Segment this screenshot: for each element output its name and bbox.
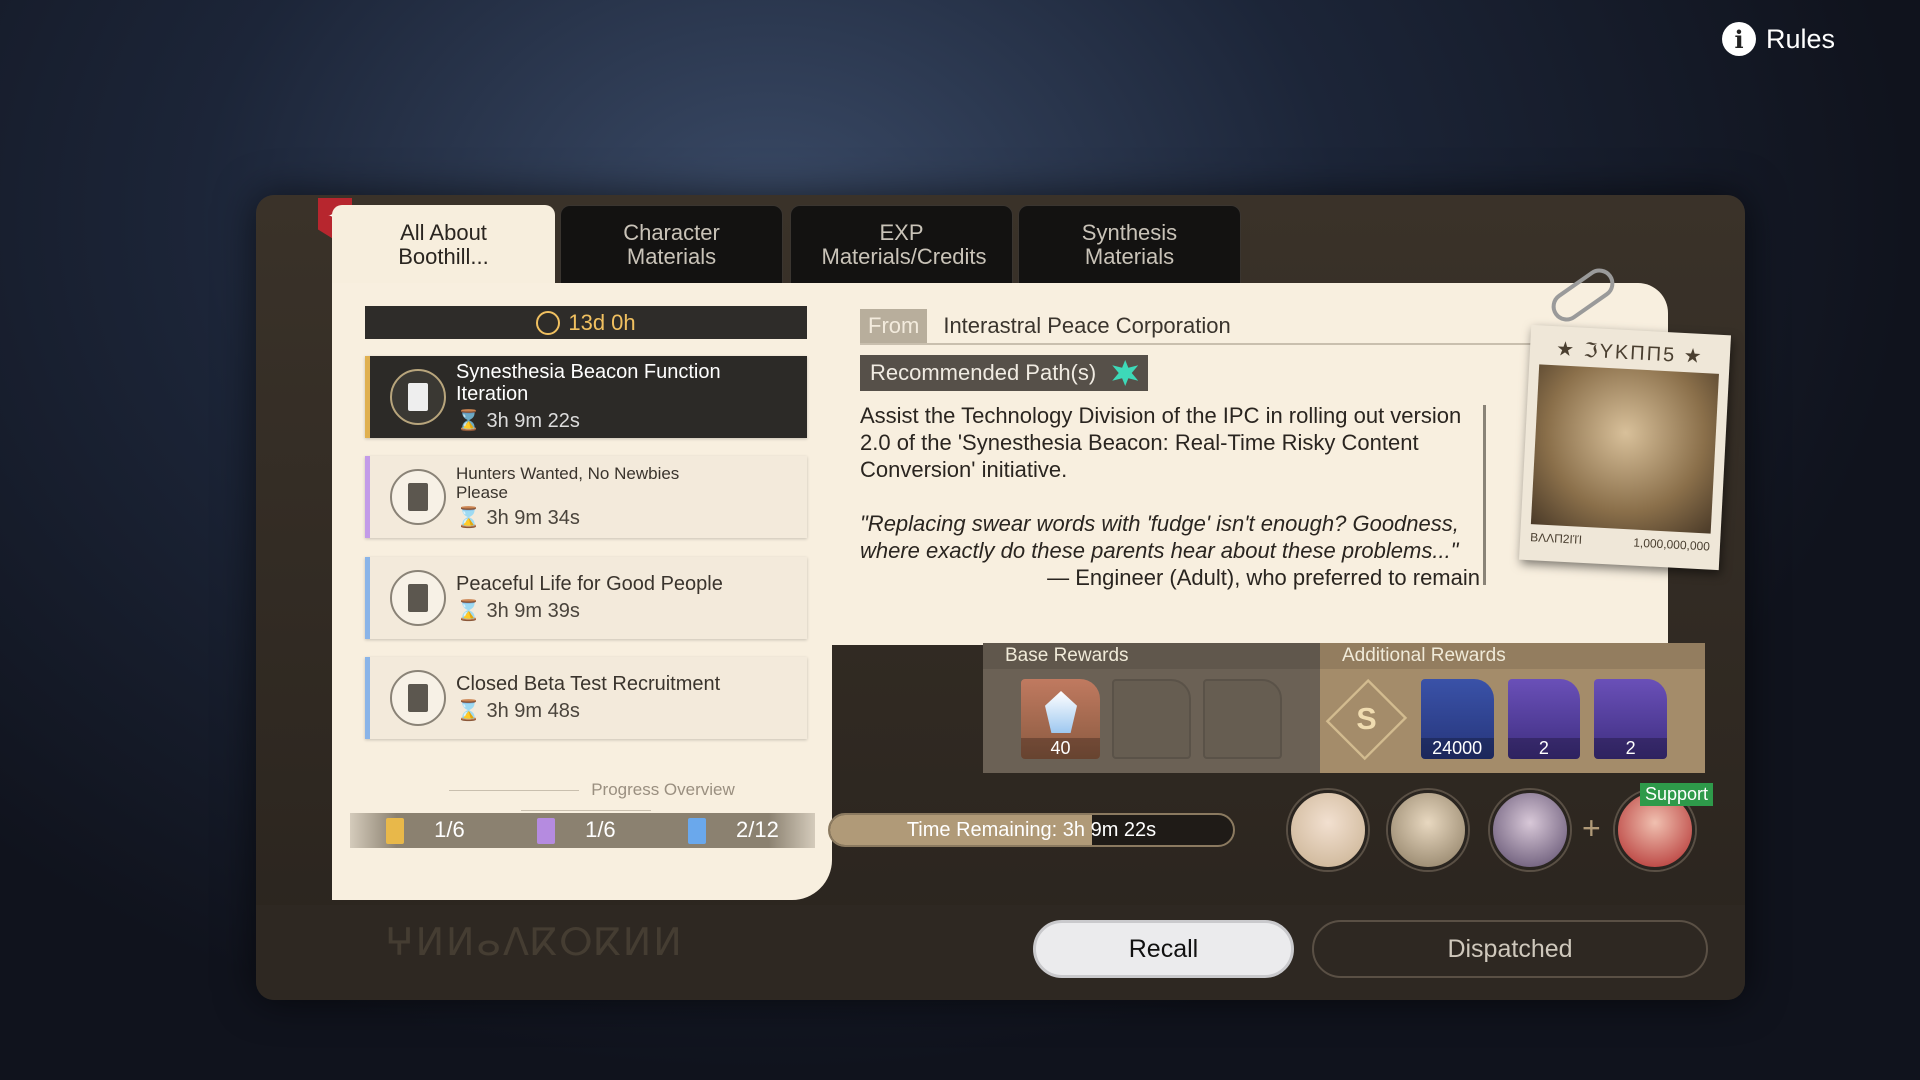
recommended-label: Recommended Path(s) <box>870 360 1097 385</box>
time-remaining-bar: Time Remaining: 3h 9m 22s <box>828 813 1235 847</box>
erudition-path-icon <box>1112 360 1139 386</box>
support-badge: Support <box>1640 783 1714 806</box>
tab-exp-materials-credits[interactable]: EXP Materials/Credits <box>790 205 1013 283</box>
quest-time: 3h 9m 22s <box>486 410 580 432</box>
crystal-icon <box>1045 691 1077 733</box>
clock-icon <box>536 310 561 335</box>
description-scrollbar[interactable] <box>1483 405 1486 585</box>
progress-value: 1/6 <box>434 816 465 842</box>
quest-item[interactable]: Peaceful Life for Good People ⌛ 3h 9m 39… <box>365 557 807 639</box>
tab-label: Synthesis Materials <box>1081 219 1178 269</box>
wanted-poster: ★ ℑΥΚΠΠ5 ★ ΒΛΛΠ2ΙΊΊ 1,000,000,000 <box>1518 324 1732 571</box>
quest-item[interactable]: Closed Beta Test Recruitment ⌛ 3h 9m 48s <box>365 657 807 739</box>
reward-ore[interactable]: 2 <box>1594 679 1667 759</box>
quote-attribution: — Engineer (Adult), who preferred to rem… <box>1047 565 1480 590</box>
empty-reward-slot <box>1111 679 1191 759</box>
boothill-portrait <box>1530 364 1719 534</box>
reward-count: 2 <box>1507 738 1581 759</box>
quest-title: Synesthesia Beacon Function Iteration <box>456 361 721 405</box>
event-timer: 13d 0h <box>365 306 807 339</box>
character-avatar[interactable] <box>1388 790 1468 870</box>
progress-value: 2/12 <box>736 816 779 842</box>
empty-reward-slot <box>1202 679 1282 759</box>
from-label: From <box>860 309 928 343</box>
beacon-quest-icon <box>386 818 405 845</box>
info-icon: i <box>1722 22 1756 56</box>
reward-crystal[interactable]: 40 <box>1021 679 1100 759</box>
from-value: Interastral Peace Corporation <box>943 313 1231 338</box>
tab-synthesis-materials[interactable]: Synthesis Materials <box>1018 205 1241 283</box>
quote-text: "Replacing swear words with 'fudge' isn'… <box>860 511 1459 563</box>
hourglass-icon: ⌛ <box>456 700 481 722</box>
list-icon <box>390 469 446 525</box>
progress-overview: 1/6 1/6 2/12 <box>350 813 815 848</box>
poster-bounty: 1,000,000,000 <box>1632 535 1711 554</box>
hourglass-icon: ⌛ <box>456 507 481 529</box>
quest-time: 3h 9m 48s <box>486 700 580 722</box>
tab-label: EXP Materials/Credits <box>821 219 987 269</box>
quest-title: Closed Beta Test Recruitment <box>456 673 721 695</box>
quest-item[interactable]: Synesthesia Beacon Function Iteration ⌛ … <box>365 356 807 438</box>
rewards-panel: Base Rewards 40 Additional Rewards S 240… <box>983 643 1705 773</box>
tab-label: Character Materials <box>623 219 720 269</box>
quest-time: 3h 9m 39s <box>486 600 580 622</box>
tab-all-about-boothill[interactable]: All About Boothill... <box>332 205 555 283</box>
quest-item[interactable]: Hunters Wanted, No Newbies Please ⌛ 3h 9… <box>365 456 807 538</box>
tab-label: All About Boothill... <box>398 219 489 269</box>
recommended-paths: Recommended Path(s) <box>860 355 1149 391</box>
list-quest-icon <box>537 818 556 845</box>
document-quest-icon <box>688 818 706 845</box>
hourglass-icon: ⌛ <box>456 410 481 432</box>
character-avatar[interactable] <box>1490 790 1570 870</box>
document-icon <box>390 670 446 726</box>
beacon-icon <box>390 369 446 425</box>
reward-count: 40 <box>1021 738 1100 759</box>
hourglass-icon: ⌛ <box>456 600 481 622</box>
grade-text: S <box>1356 701 1377 736</box>
document-icon <box>390 570 446 626</box>
plus-icon: + <box>1582 810 1601 846</box>
quest-time: 3h 9m 34s <box>486 507 580 529</box>
rules-button[interactable]: i Rules <box>1722 22 1835 56</box>
recall-button[interactable]: Recall <box>1033 920 1294 978</box>
poster-title: ★ ℑΥΚΠΠ5 ★ <box>1555 338 1705 368</box>
progress-value: 1/6 <box>585 816 616 842</box>
description[interactable]: Assist the Technology Division of the IP… <box>860 402 1480 591</box>
grade-badge: S <box>1325 678 1408 760</box>
quest-title: Peaceful Life for Good People <box>456 573 723 595</box>
decorative-script: ⵖⵍⵍⴰⴷⴽⵔⴽⵍⵍ <box>385 922 684 964</box>
timer-value: 13d 0h <box>568 309 636 335</box>
quest-title: Hunters Wanted, No Newbies Please <box>456 464 680 502</box>
reward-credits[interactable]: 24000 <box>1420 679 1494 759</box>
poster-label: ΒΛΛΠ2ΙΊΊ <box>1529 530 1583 547</box>
time-remaining-text: Time Remaining: 3h 9m 22s <box>906 819 1157 841</box>
character-avatar[interactable] <box>1288 790 1368 870</box>
reward-count: 24000 <box>1420 738 1494 759</box>
rules-label: Rules <box>1766 23 1836 54</box>
base-rewards-label: Base Rewards <box>983 643 1320 669</box>
additional-rewards-label: Additional Rewards <box>1320 643 1705 669</box>
from-row: From Interastral Peace Corporation <box>860 309 1540 345</box>
reward-count: 2 <box>1594 738 1667 759</box>
tab-character-materials[interactable]: Character Materials <box>560 205 783 283</box>
dispatched-button[interactable]: Dispatched <box>1312 920 1708 978</box>
description-text: Assist the Technology Division of the IP… <box>860 403 1462 482</box>
reward-exp-book[interactable]: 2 <box>1507 679 1581 759</box>
